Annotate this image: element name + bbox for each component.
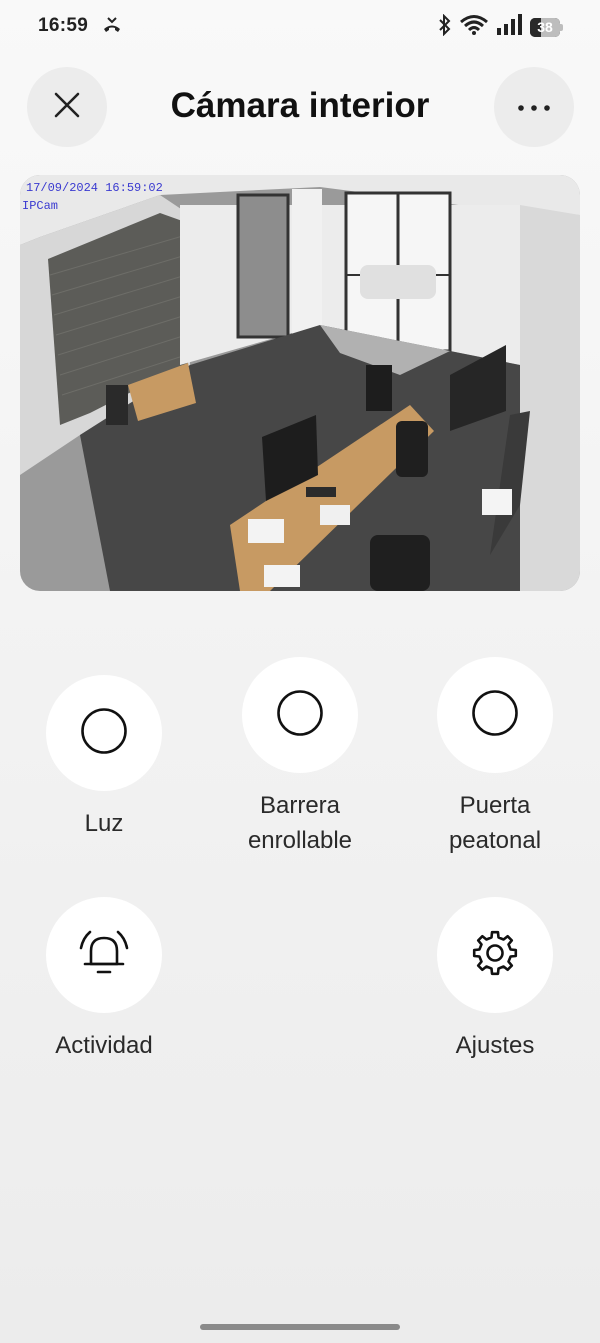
control-luz: Luz <box>24 675 184 841</box>
luz-button[interactable] <box>46 675 162 791</box>
circle-icon <box>471 689 519 742</box>
camera-timestamp-overlay: 17/09/2024 16:59:02 <box>26 181 163 195</box>
control-actividad: Actividad <box>24 897 184 1063</box>
circle-icon <box>80 707 128 760</box>
camera-feed-image: 17/09/2024 16:59:02 IPCam <box>20 175 580 591</box>
camera-name-overlay: IPCam <box>22 199 58 213</box>
barrera-enrollable-button[interactable] <box>242 657 358 773</box>
battery-level: 38 <box>537 19 553 35</box>
actividad-button[interactable] <box>46 897 162 1013</box>
puerta-peatonal-button[interactable] <box>437 657 553 773</box>
gear-icon <box>470 928 520 983</box>
ajustes-label: Ajustes <box>455 1032 535 1059</box>
missed-call-icon <box>101 15 123 40</box>
status-time: 16:59 <box>38 15 89 36</box>
more-options-icon <box>518 98 550 116</box>
actividad-label: Actividad <box>55 1032 153 1059</box>
luz-label: Luz <box>84 810 124 837</box>
home-indicator[interactable] <box>200 1324 400 1330</box>
puerta-peatonal-label: Puerta peatonal <box>448 792 542 854</box>
bluetooth-icon <box>438 13 452 41</box>
camera-feed[interactable]: 17/09/2024 16:59:02 IPCam <box>20 175 580 591</box>
status-bar: 16:59 38 <box>0 0 600 52</box>
wifi-icon <box>460 14 488 41</box>
signal-icon <box>496 14 522 41</box>
battery-icon: 38 <box>530 18 564 37</box>
more-options-button[interactable] <box>494 67 574 147</box>
control-puerta-peatonal: Puerta peatonal <box>415 657 575 858</box>
bell-icon <box>77 926 131 985</box>
barrera-enrollable-label: Barrera enrollable <box>247 792 353 854</box>
circle-icon <box>276 689 324 742</box>
ajustes-button[interactable] <box>437 897 553 1013</box>
status-icons: 38 <box>438 13 564 41</box>
control-barrera-enrollable: Barrera enrollable <box>220 657 380 858</box>
control-ajustes: Ajustes <box>415 897 575 1063</box>
